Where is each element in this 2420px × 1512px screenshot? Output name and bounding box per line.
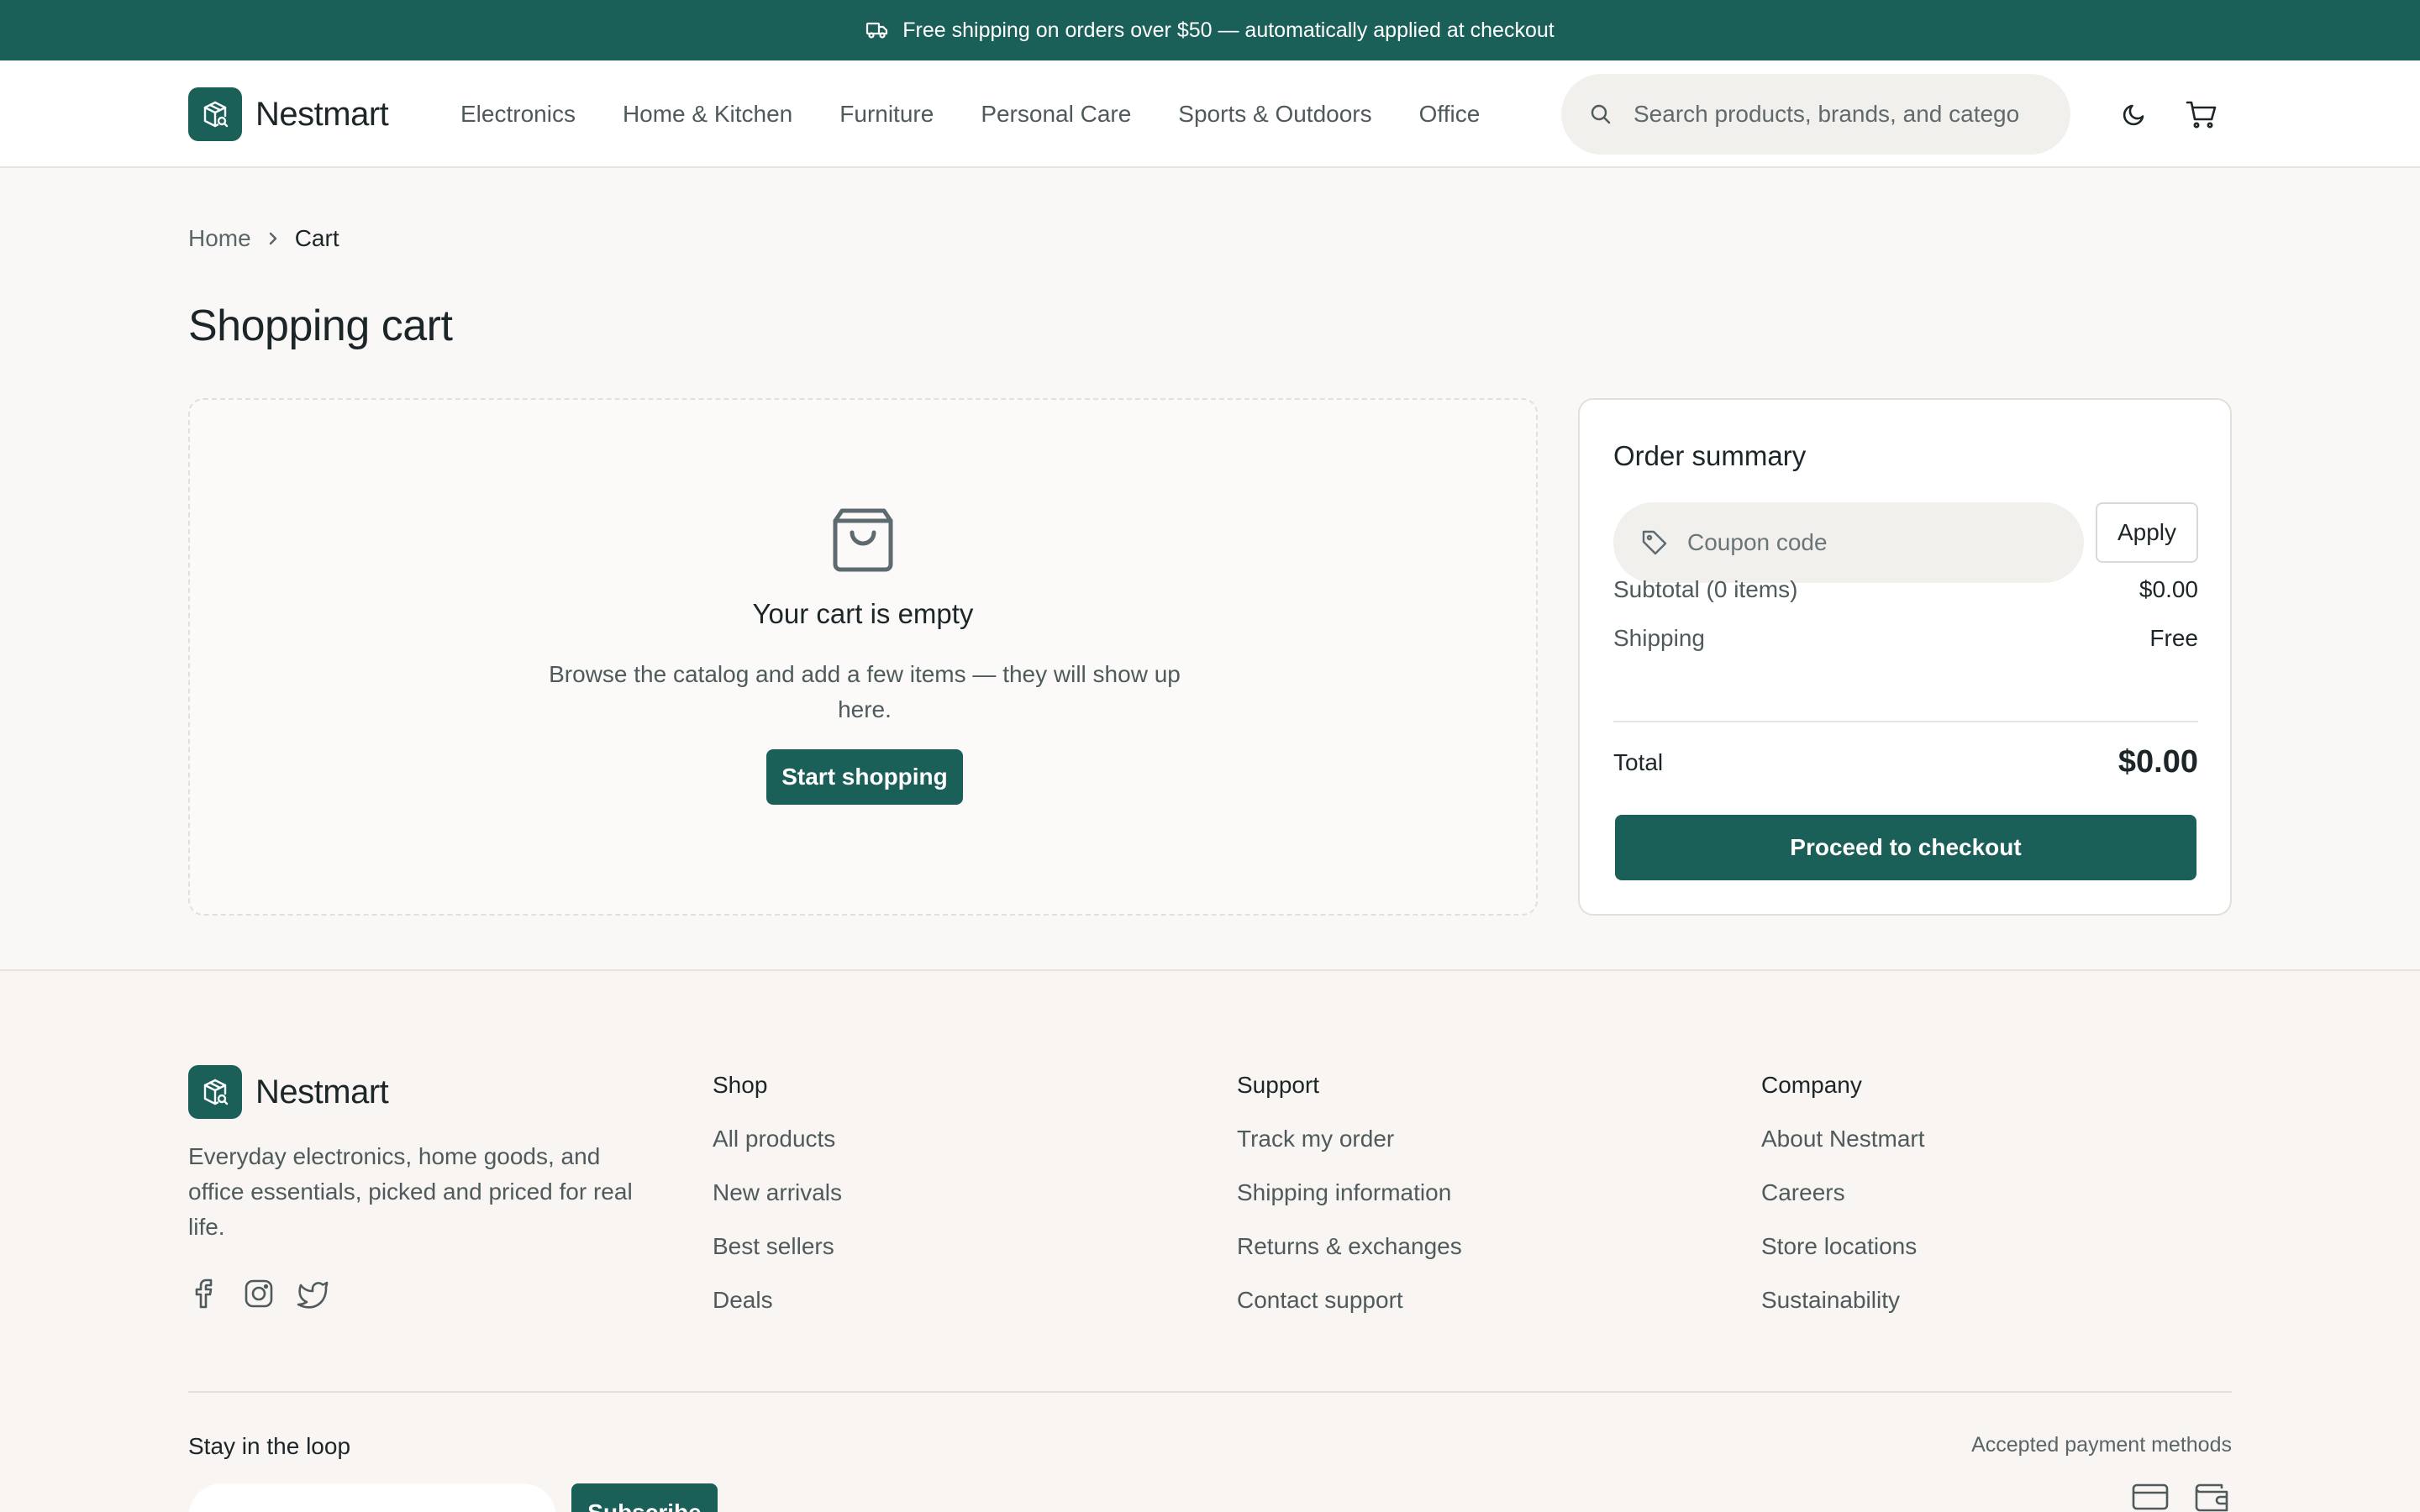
footer-logo[interactable]: Nestmart xyxy=(188,1065,389,1119)
footer-link[interactable]: Shipping information xyxy=(1237,1178,1462,1231)
footer-column-company: Company About Nestmart Careers Store loc… xyxy=(1761,1072,1925,1339)
main-nav: Electronics Home & Kitchen Furniture Per… xyxy=(460,60,1527,168)
facebook-icon[interactable] xyxy=(188,1277,222,1310)
social-links xyxy=(188,1277,329,1310)
breadcrumb-home[interactable]: Home xyxy=(188,225,251,252)
shipping-row: Shipping Free xyxy=(1613,625,2198,652)
cart-button[interactable] xyxy=(2175,87,2228,141)
empty-cart-description: Browse the catalog and add a few items —… xyxy=(549,661,1181,722)
site-header: Nestmart Electronics Home & Kitchen Furn… xyxy=(0,60,2420,168)
footer-column-title: Support xyxy=(1237,1072,1320,1098)
total-label: Total xyxy=(1613,748,1664,775)
theme-toggle-button[interactable] xyxy=(2107,87,2161,141)
nav-sports-outdoors[interactable]: Sports & Outdoors xyxy=(1178,101,1371,128)
footer-column-title: Shop xyxy=(713,1072,768,1098)
nav-office[interactable]: Office xyxy=(1419,101,1481,128)
footer-link[interactable]: Track my order xyxy=(1237,1124,1462,1178)
checkout-button[interactable]: Proceed to checkout xyxy=(1615,815,2196,880)
empty-cart-panel: Your cart is empty Browse the catalog an… xyxy=(188,398,1538,916)
footer-link[interactable]: All products xyxy=(713,1124,842,1178)
summary-divider xyxy=(1613,721,2198,722)
page-title: Shopping cart xyxy=(188,302,453,350)
subtotal-label: Subtotal (0 items) xyxy=(1613,576,1798,602)
nav-furniture[interactable]: Furniture xyxy=(839,101,934,128)
total-row: Total $0.00 xyxy=(1613,744,2198,780)
credit-card-icon xyxy=(2131,1482,2170,1512)
brand-name: Nestmart xyxy=(255,95,389,133)
box-logo-icon xyxy=(188,87,242,141)
payment-methods xyxy=(2131,1482,2232,1512)
search-icon xyxy=(1588,102,1613,127)
site-footer: Nestmart Everyday electronics, home good… xyxy=(0,969,2420,1512)
footer-column-support: Support Track my order Shipping informat… xyxy=(1237,1072,1462,1339)
total-value: $0.00 xyxy=(2118,744,2198,780)
breadcrumb: Home Cart xyxy=(188,225,339,252)
coupon-field xyxy=(1613,502,2084,583)
shipping-value: Free xyxy=(2149,625,2198,651)
empty-cart-title: Your cart is empty xyxy=(752,598,974,629)
footer-link[interactable]: Contact support xyxy=(1237,1285,1462,1339)
search-bar xyxy=(1561,74,2070,155)
footer-link[interactable]: About Nestmart xyxy=(1761,1124,1925,1178)
footer-link[interactable]: Best sellers xyxy=(713,1231,842,1285)
moon-icon xyxy=(2120,100,2149,129)
header-logo[interactable]: Nestmart xyxy=(188,87,389,141)
start-shopping-button[interactable]: Start shopping xyxy=(766,749,963,805)
chevron-right-icon xyxy=(266,230,280,247)
truck-icon xyxy=(865,20,889,40)
footer-brand-name: Nestmart xyxy=(255,1073,389,1110)
search-input[interactable] xyxy=(1634,101,2020,128)
cart-icon xyxy=(2186,99,2217,129)
footer-link[interactable]: Deals xyxy=(713,1285,842,1339)
nav-electronics[interactable]: Electronics xyxy=(460,101,576,128)
footer-link[interactable]: Store locations xyxy=(1761,1231,1925,1285)
footer-link[interactable]: New arrivals xyxy=(713,1178,842,1231)
shopping-bag-icon xyxy=(830,506,896,573)
footer-link[interactable]: Careers xyxy=(1761,1178,1925,1231)
payment-methods-label: Accepted payment methods xyxy=(1971,1433,2232,1457)
tag-icon xyxy=(1640,528,1669,557)
announcement-bar: Free shipping on orders over $50 — autom… xyxy=(0,0,2420,60)
footer-link[interactable]: Sustainability xyxy=(1761,1285,1925,1339)
order-summary: Order summary Apply Subtotal (0 items) $… xyxy=(1578,398,2232,916)
footer-divider xyxy=(188,1391,2232,1393)
newsletter-email-input[interactable] xyxy=(188,1483,556,1512)
instagram-icon[interactable] xyxy=(242,1277,276,1310)
announcement-text: Free shipping on orders over $50 — autom… xyxy=(902,18,1555,42)
box-logo-icon xyxy=(188,1065,242,1119)
subtotal-value: $0.00 xyxy=(2139,576,2198,602)
breadcrumb-current: Cart xyxy=(294,225,339,251)
shipping-label: Shipping xyxy=(1613,625,1705,651)
footer-link[interactable]: Returns & exchanges xyxy=(1237,1231,1462,1285)
nav-personal-care[interactable]: Personal Care xyxy=(981,101,1131,128)
order-summary-title: Order summary xyxy=(1613,440,1807,471)
apply-coupon-button[interactable]: Apply xyxy=(2096,502,2198,563)
twitter-icon[interactable] xyxy=(296,1277,329,1310)
coupon-input[interactable] xyxy=(1687,529,2040,556)
subtotal-row: Subtotal (0 items) $0.00 xyxy=(1613,576,2198,603)
footer-column-shop: Shop All products New arrivals Best sell… xyxy=(713,1072,842,1339)
nav-home-kitchen[interactable]: Home & Kitchen xyxy=(623,101,792,128)
wallet-icon xyxy=(2193,1482,2232,1512)
footer-description: Everyday electronics, home goods, and of… xyxy=(188,1143,633,1240)
footer-column-title: Company xyxy=(1761,1072,1862,1098)
newsletter-title: Stay in the loop xyxy=(188,1433,351,1459)
subscribe-button[interactable]: Subscribe xyxy=(571,1483,718,1512)
